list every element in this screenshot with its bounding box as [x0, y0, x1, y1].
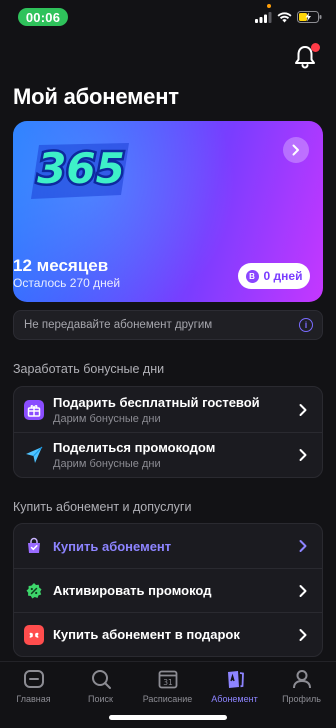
gift-guest-pass-subtitle: Дарим бонусные дни	[53, 412, 161, 425]
status-bar: 00:06	[0, 0, 336, 36]
status-time: 00:06	[18, 8, 68, 26]
nav-membership[interactable]: Абонемент	[201, 668, 268, 704]
bonus-coin-icon: B	[245, 269, 259, 283]
gift-subscription-title: Купить абонемент в подарок	[53, 627, 240, 642]
transfer-warning-text: Не передавайте абонемент другим	[24, 319, 213, 331]
status-icons	[255, 11, 322, 23]
bonus-days-button[interactable]: B 0 дней	[238, 263, 310, 289]
nav-schedule[interactable]: 31 Расписание	[134, 668, 201, 704]
chevron-right-icon	[299, 449, 307, 461]
nav-profile-label: Профиль	[282, 694, 321, 704]
wifi-icon	[277, 11, 292, 22]
chevron-right-icon	[299, 540, 307, 552]
battery-charging-icon	[297, 11, 322, 23]
notification-badge	[311, 43, 320, 52]
chevron-right-icon	[292, 144, 299, 156]
bonus-actions-group: Подарить бесплатный гостевой Дарим бонус…	[13, 386, 323, 478]
nav-profile[interactable]: Профиль	[268, 668, 335, 704]
membership-card-icon	[227, 671, 244, 688]
privacy-indicator-dot	[267, 4, 271, 8]
buy-actions-group: Купить абонемент Активировать промокод К…	[13, 523, 323, 657]
subscription-duration: 12 месяцев	[13, 256, 109, 275]
page-title: Мой абонемент	[13, 84, 179, 109]
calendar-day: 31	[163, 678, 173, 687]
subscription-remaining: Осталось 270 дней	[13, 276, 121, 290]
home-icon	[23, 670, 44, 688]
buy-subscription-row[interactable]: Купить абонемент	[14, 524, 322, 568]
buy-subscription-title: Купить абонемент	[53, 538, 172, 554]
calendar-icon: 31	[158, 670, 177, 689]
chevron-right-icon	[299, 403, 307, 416]
nav-home[interactable]: Главная	[0, 668, 67, 704]
chevron-right-icon	[299, 584, 307, 597]
share-promo-row[interactable]: Поделиться промокодом Дарим бонусные дни	[14, 432, 322, 477]
search-icon	[91, 670, 111, 689]
signal-icon	[255, 11, 272, 23]
share-promo-title: Поделиться промокодом	[53, 440, 216, 455]
nav-home-label: Главная	[16, 694, 51, 704]
info-icon[interactable]: i	[299, 318, 313, 332]
gift-bow-icon	[24, 624, 44, 645]
profile-icon	[292, 670, 311, 689]
gift-subscription-row[interactable]: Купить абонемент в подарок	[14, 612, 322, 656]
nav-schedule-label: Расписание	[142, 694, 193, 704]
shopping-bag-icon	[24, 536, 44, 556]
nav-membership-label: Абонемент	[211, 694, 258, 704]
activate-promo-row[interactable]: Активировать промокод	[14, 568, 322, 612]
logo-text: 365	[37, 144, 125, 193]
chevron-right-icon	[299, 628, 307, 641]
transfer-warning: Не передавайте абонемент другим i	[13, 310, 323, 340]
home-indicator	[109, 715, 227, 720]
bonus-section-title: Заработать бонусные дни	[13, 362, 165, 376]
percent-badge-icon	[24, 581, 44, 601]
nav-search[interactable]: Поиск	[67, 668, 134, 704]
activate-promo-title: Активировать промокод	[53, 583, 212, 598]
gift-guest-pass-row[interactable]: Подарить бесплатный гостевой Дарим бонус…	[14, 387, 322, 432]
share-promo-subtitle: Дарим бонусные дни	[53, 458, 161, 470]
gift-icon	[24, 399, 44, 420]
gift-guest-pass-title: Подарить бесплатный гостевой	[53, 394, 260, 410]
logo-365: 365	[31, 142, 129, 199]
send-icon	[24, 445, 44, 465]
nav-search-label: Поиск	[88, 694, 113, 704]
bonus-days-label: 0 дней	[263, 269, 303, 283]
buy-section-title: Купить абонемент и допуслуги	[13, 500, 192, 514]
card-open-button[interactable]	[283, 137, 309, 163]
